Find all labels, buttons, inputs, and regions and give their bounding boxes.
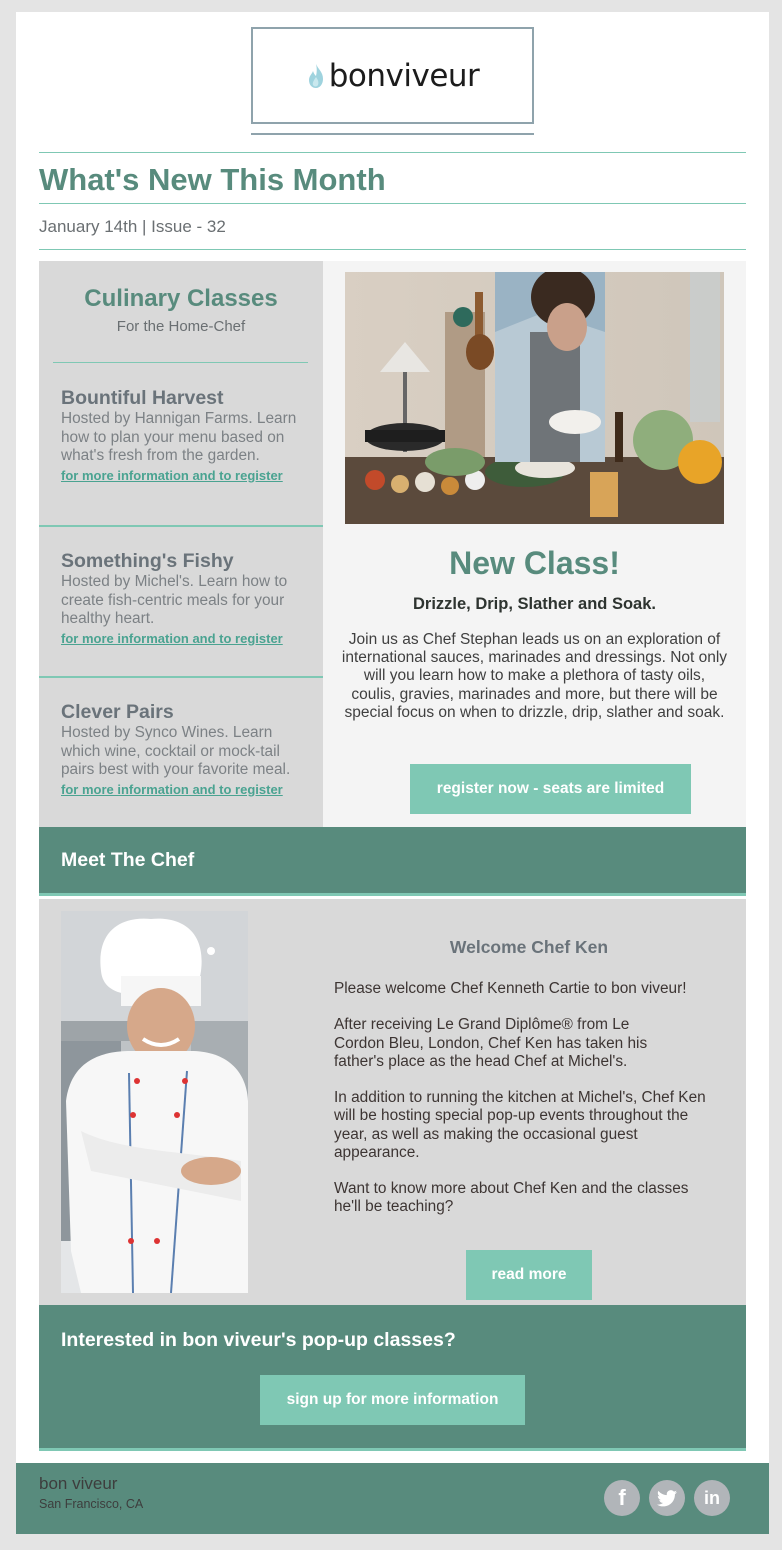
- popup-title: Interested in bon viveur's pop-up classe…: [61, 1329, 456, 1351]
- logo[interactable]: bonviveur: [251, 27, 534, 124]
- linkedin-icon[interactable]: in: [694, 1480, 730, 1516]
- divider: [39, 152, 746, 153]
- page-title: What's New This Month: [39, 162, 386, 197]
- class-name: Clever Pairs: [61, 701, 174, 723]
- footer-company: bon viveur: [39, 1474, 118, 1493]
- classes-title: Culinary Classes: [84, 285, 278, 312]
- class-register-link[interactable]: for more information and to register: [61, 630, 306, 648]
- flame-icon: [308, 63, 323, 88]
- facebook-glyph: f: [618, 1485, 626, 1510]
- class-description: Hosted by Hannigan Farms. Learn how to p…: [61, 410, 297, 464]
- chef-photo: [61, 911, 248, 1293]
- new-class-subtitle: Drizzle, Drip, Slather and Soak.: [413, 595, 656, 613]
- newsletter-card: bonviveur What's New This Month January …: [16, 12, 769, 1464]
- twitter-bird: [657, 1489, 677, 1506]
- bio-paragraph: In addition to running the kitchen at Mi…: [334, 1089, 706, 1161]
- linkedin-glyph: in: [704, 1487, 720, 1508]
- divider: [39, 249, 746, 250]
- chef-panel: Welcome Chef Ken Please welcome Chef Ken…: [39, 899, 746, 1305]
- new-class-panel: New Class! Drizzle, Drip, Slather and So…: [323, 261, 746, 827]
- bio-paragraph: After receiving Le Grand Diplôme® from L…: [334, 1016, 648, 1070]
- divider: [53, 362, 308, 363]
- meet-the-chef-header: Meet The Chef: [39, 827, 746, 896]
- divider: [39, 525, 323, 527]
- class-name: Bountiful Harvest: [61, 387, 224, 409]
- new-class-title: New Class!: [449, 545, 620, 581]
- twitter-icon[interactable]: [649, 1480, 685, 1516]
- class-item: Bountiful Harvest Hosted by Hannigan Far…: [61, 387, 306, 485]
- chef-bio: Please welcome Chef Kenneth Cartie to bo…: [334, 980, 724, 1235]
- class-description: Hosted by Michel's. Learn how to create …: [61, 573, 288, 627]
- new-class-description: Join us as Chef Stephan leads us on an e…: [341, 631, 728, 721]
- divider: [39, 676, 323, 678]
- footer: bon viveur San Francisco, CA f in: [16, 1463, 769, 1534]
- class-register-link[interactable]: for more information and to register: [61, 781, 306, 799]
- divider: [39, 203, 746, 204]
- culinary-classes-panel: Culinary Classes For the Home-Chef Bount…: [39, 261, 323, 827]
- footer-location: San Francisco, CA: [39, 1497, 144, 1511]
- logo-underline: [251, 133, 534, 135]
- facebook-icon[interactable]: f: [604, 1480, 640, 1516]
- issue-date: January 14th | Issue - 32: [39, 217, 226, 236]
- logo-text: bonviveur: [328, 57, 480, 94]
- bio-paragraph: Want to know more about Chef Ken and the…: [334, 1180, 689, 1216]
- section-title: Meet The Chef: [61, 849, 195, 871]
- bio-paragraph: Please welcome Chef Kenneth Cartie to bo…: [334, 980, 687, 997]
- class-register-link[interactable]: for more information and to register: [61, 467, 306, 485]
- sign-up-button[interactable]: sign up for more information: [260, 1375, 525, 1425]
- popup-classes-section: Interested in bon viveur's pop-up classe…: [39, 1305, 746, 1451]
- read-more-button[interactable]: read more: [466, 1250, 592, 1300]
- class-name: Something's Fishy: [61, 550, 234, 572]
- kitchen-photo: [345, 272, 724, 524]
- class-item: Clever Pairs Hosted by Synco Wines. Lear…: [61, 701, 306, 799]
- chef-heading: Welcome Chef Ken: [449, 937, 609, 957]
- class-item: Something's Fishy Hosted by Michel's. Le…: [61, 550, 306, 648]
- register-button[interactable]: register now - seats are limited: [410, 764, 691, 814]
- class-description: Hosted by Synco Wines. Learn which wine,…: [61, 724, 291, 778]
- classes-subtitle: For the Home-Chef: [116, 318, 246, 335]
